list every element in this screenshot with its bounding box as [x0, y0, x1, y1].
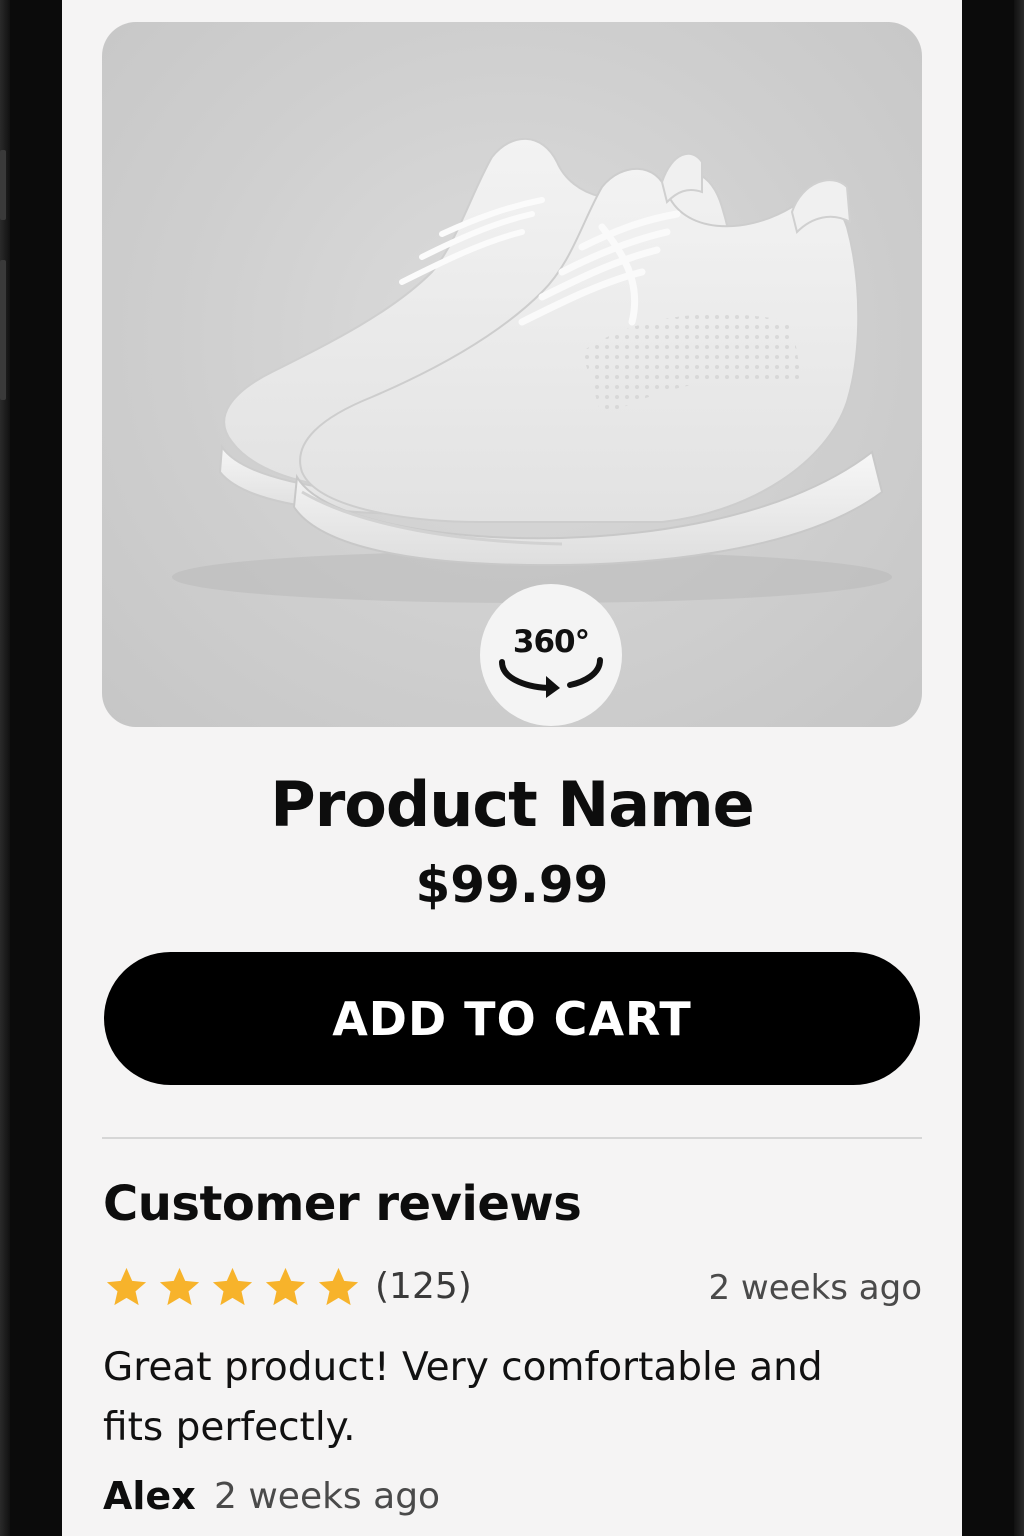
rotate-arrow-icon: [499, 657, 603, 698]
device-volume-button: [0, 260, 6, 400]
reviews-heading: Customer reviews: [103, 1176, 582, 1232]
product-price: $99.99: [415, 856, 609, 914]
review-count[interactable]: (125): [375, 1266, 472, 1307]
star-icon: [106, 1267, 147, 1306]
star-icon: [159, 1267, 200, 1306]
add-to-cart-button[interactable]: ADD TO CART: [104, 952, 920, 1085]
review-summary-time: 2 weeks ago: [708, 1268, 922, 1308]
product-image[interactable]: 360°: [102, 22, 922, 727]
star-icon: [212, 1267, 253, 1306]
star-icon: [318, 1267, 359, 1306]
reviewer-name: Alex: [103, 1474, 196, 1518]
device-side-button: [0, 150, 6, 220]
review-text: Great product! Very comfortable and fits…: [103, 1345, 823, 1450]
device-edge-left: [0, 0, 10, 1536]
section-divider: [102, 1137, 922, 1139]
view-360-button[interactable]: 360°: [480, 584, 622, 726]
rating-stars: [103, 1264, 362, 1311]
product-screen: 360° Product Name $99.99 ADD TO CART Cus…: [62, 0, 962, 1536]
star-icon: [265, 1267, 306, 1306]
phone-frame: 360° Product Name $99.99 ADD TO CART Cus…: [0, 0, 1024, 1536]
device-edge-right: [1014, 0, 1024, 1536]
product-name: Product Name: [270, 768, 755, 841]
review-time: 2 weeks ago: [214, 1476, 441, 1517]
